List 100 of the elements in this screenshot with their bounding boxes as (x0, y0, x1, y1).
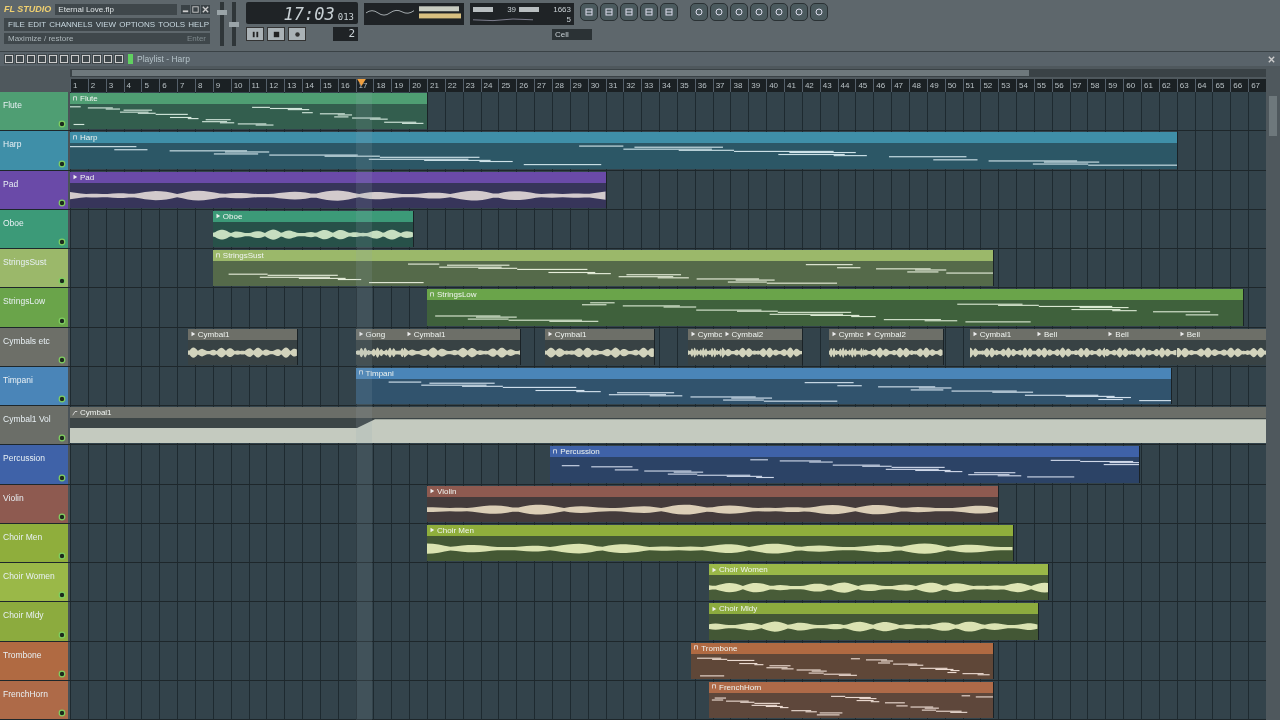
pattern-clip[interactable]: Percussion (550, 446, 1141, 483)
audio-clip[interactable]: Cymbal1 (544, 328, 655, 365)
clip-label: Cymbal1 (80, 408, 112, 417)
audio-clip[interactable]: Cymbal1 (187, 328, 298, 365)
track-header[interactable]: Flute (0, 92, 68, 131)
clip-label: Cymbal1 (413, 329, 446, 339)
clip-label: Percussion (560, 447, 600, 457)
ring-icon[interactable] (58, 630, 66, 639)
track-header[interactable]: Pad (0, 170, 68, 209)
scrollbar-thumb[interactable] (1269, 96, 1277, 136)
memory-bar (519, 6, 540, 12)
minimize-icon[interactable] (181, 4, 190, 14)
scrollbar-thumb[interactable] (72, 69, 1029, 76)
restore-icon[interactable] (191, 4, 200, 14)
close-icon[interactable] (201, 4, 210, 14)
master-pitch-slider[interactable] (232, 2, 236, 46)
ring-icon[interactable] (58, 120, 66, 129)
time-main: 17:03 (283, 4, 335, 24)
ring-icon[interactable] (58, 198, 66, 207)
circle-icon (754, 7, 764, 17)
window-icon (624, 7, 634, 17)
audio-clip[interactable]: Oboe (212, 210, 414, 247)
slider-thumb[interactable] (217, 9, 227, 15)
pattern-clip[interactable]: Timpani (355, 367, 1173, 404)
pattern-number[interactable]: 2 (333, 27, 358, 41)
vertical-scrollbar[interactable] (1266, 92, 1280, 720)
record-button[interactable] (288, 27, 306, 41)
ring-icon[interactable] (58, 709, 66, 717)
master-volume-slider[interactable] (220, 2, 224, 46)
timeline-ruler[interactable]: 1 2 3 4 5 6 7 8 9 10 11 12 13 14 15 16 17 18 19 20 21 22 23 24 25 26 27 28 29 30 31 32 33 34 35 36 37 38 39 40 41 42 43 44 45 46 47 48 49 50 51 52 53 54 55 56 57 58 59 60 61 62 63 64 65 66 67 (70, 79, 1266, 92)
pause-button[interactable] (246, 27, 264, 41)
track-header[interactable]: Cymbal1 Vol (0, 406, 68, 445)
menu-item[interactable]: HELP (188, 20, 210, 29)
menu-item[interactable]: VIEW (95, 20, 117, 29)
menu-item[interactable]: EDIT (27, 20, 47, 29)
ring-icon[interactable] (58, 669, 66, 678)
ring-icon[interactable] (58, 355, 66, 364)
slider-thumb[interactable] (229, 21, 239, 27)
horizontal-scrollbar[interactable] (70, 68, 1266, 77)
track-name: Timpani (3, 374, 33, 385)
audio-clip[interactable]: Cymbal1 (403, 328, 521, 365)
menu-item[interactable]: TOOLS (158, 20, 186, 29)
ring-icon[interactable] (58, 552, 66, 560)
track-header[interactable]: Violin (0, 484, 68, 523)
ring-icon[interactable] (58, 434, 66, 443)
play-triangle-icon (189, 331, 196, 337)
close-icon[interactable] (1267, 54, 1276, 64)
menu-item[interactable]: FILE (8, 20, 25, 29)
note-icon (552, 448, 559, 455)
ring-icon[interactable] (58, 512, 66, 521)
ring-icon[interactable] (58, 238, 66, 246)
play-triangle-icon (1035, 331, 1042, 337)
audio-clip[interactable]: Cymbal2 (721, 328, 803, 365)
audio-clip[interactable]: Cymbal1 (969, 328, 1035, 365)
ring-icon[interactable] (58, 395, 66, 403)
automation-clip[interactable]: Cymbal1 (70, 407, 1267, 444)
audio-clip[interactable]: Cymbc (828, 328, 866, 365)
ring-icon[interactable] (58, 277, 66, 286)
audio-clip[interactable]: Violin (427, 485, 1000, 522)
track-header[interactable]: Choir Mldy (0, 602, 68, 641)
audio-clip[interactable]: Bell (1105, 328, 1178, 365)
audio-clip[interactable]: Gong (355, 328, 405, 365)
ring-icon[interactable] (58, 591, 66, 600)
clip-label: Trombone (701, 643, 738, 653)
list-button[interactable] (580, 3, 598, 21)
clip-label: Bell (1115, 329, 1129, 339)
pattern-clip[interactable]: Flute (70, 93, 428, 130)
pattern-clip[interactable]: Trombone (691, 642, 994, 679)
track-name: FrenchHorn (3, 688, 48, 699)
track-header[interactable]: FrenchHorn (0, 680, 68, 719)
snap-dropdown[interactable]: Cell (552, 29, 592, 40)
ring-icon[interactable] (58, 473, 66, 482)
window-icon (584, 7, 594, 17)
track-header[interactable]: Cymbals etc (0, 327, 68, 366)
window-icon (664, 7, 674, 17)
audio-clip[interactable]: Cymbal2 (864, 328, 944, 365)
pattern-clip[interactable]: Harp (70, 132, 1178, 169)
track-header[interactable]: Harp (0, 131, 68, 170)
track-header[interactable]: Percussion (0, 445, 68, 484)
audio-clip[interactable]: Choir Men (427, 524, 1014, 561)
audio-clip[interactable]: Cymbc (687, 328, 723, 365)
track-header[interactable]: Oboe (0, 209, 68, 248)
menu-item[interactable]: OPTIONS (119, 20, 156, 29)
pattern-clip[interactable]: FrenchHorn (709, 681, 994, 718)
audio-clip[interactable]: Choir Mldy (709, 603, 1039, 640)
pattern-clip[interactable]: StringsLow (427, 289, 1244, 326)
playlist-title: Playlist - Harp (137, 54, 190, 64)
audio-clip[interactable]: Bell (1176, 328, 1267, 365)
track-name: Pad (3, 178, 19, 189)
audio-clip[interactable]: Bell (1033, 328, 1107, 365)
track-header[interactable]: Trombone (0, 641, 68, 680)
track-header[interactable]: StringsLow (0, 288, 68, 327)
track-header[interactable]: Timpani (0, 366, 68, 405)
time-ticks: 013 (337, 11, 354, 24)
ring-icon[interactable] (58, 159, 66, 168)
audio-clip[interactable]: Pad (70, 171, 607, 208)
stop-button[interactable] (267, 27, 285, 41)
play-triangle-icon (689, 331, 696, 337)
menu-item[interactable]: CHANNELS (49, 20, 93, 29)
ring-icon[interactable] (58, 316, 66, 325)
